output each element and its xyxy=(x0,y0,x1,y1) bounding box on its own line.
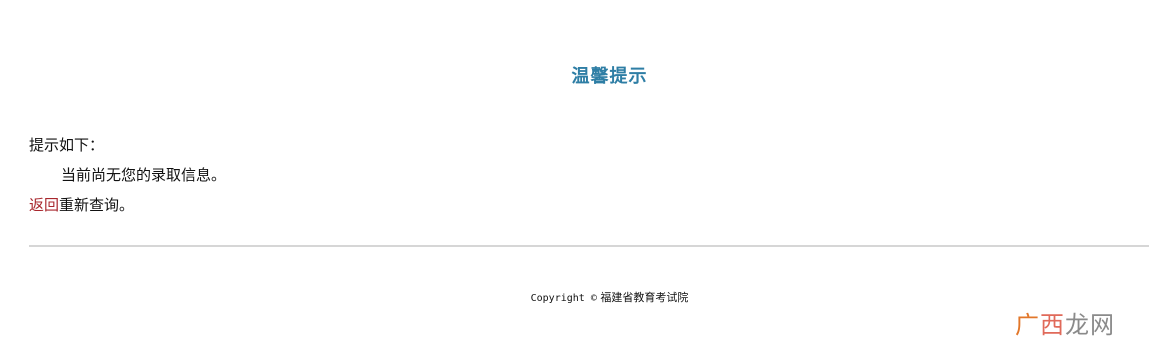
back-line: 返回重新查询。 xyxy=(29,190,226,220)
message-body: 当前尚无您的录取信息。 xyxy=(61,166,227,184)
footer: Copyright © 福建省教育考试院 xyxy=(0,289,1149,305)
page: 温馨提示 提示如下： 当前尚无您的录取信息。 返回重新查询。 Copyright… xyxy=(0,0,1149,350)
back-suffix-text: 重新查询。 xyxy=(59,196,135,214)
message-panel: 提示如下： 当前尚无您的录取信息。 返回重新查询。 xyxy=(29,130,226,220)
org-name: 福建省教育考试院 xyxy=(600,291,689,304)
back-link[interactable]: 返回 xyxy=(29,196,59,214)
watermark-char-1: 广 xyxy=(1015,311,1040,339)
watermark-char-2: 西 xyxy=(1040,311,1065,339)
page-title: 温馨提示 xyxy=(571,66,648,87)
message-heading: 提示如下： xyxy=(29,136,105,154)
copyright-label: Copyright © xyxy=(530,293,597,304)
watermark-logo: 广西龙网 xyxy=(1015,305,1115,340)
watermark-char-3: 龙网 xyxy=(1065,311,1115,339)
footer-divider xyxy=(29,245,1149,247)
